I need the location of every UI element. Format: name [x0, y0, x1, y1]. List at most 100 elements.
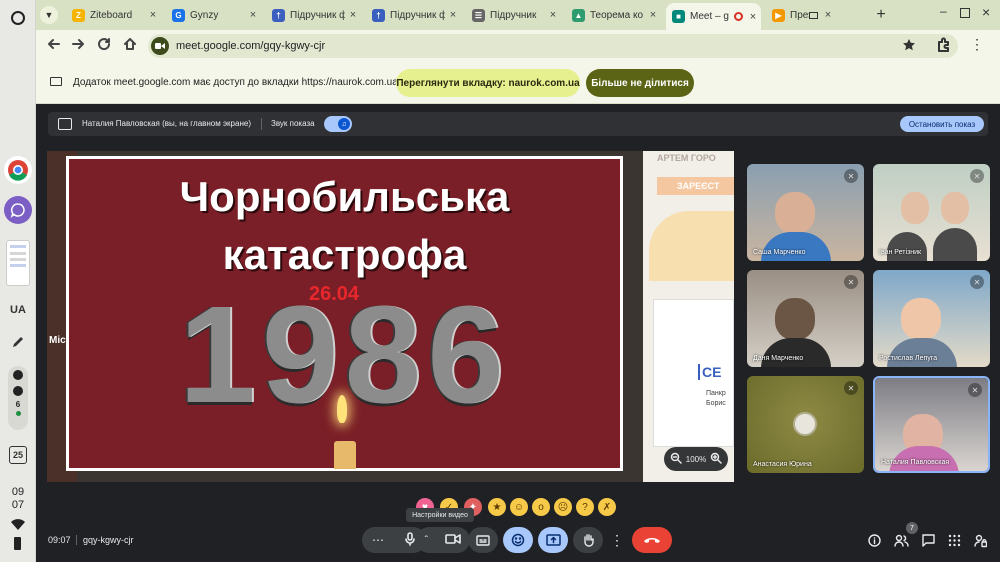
extensions-button[interactable] [936, 37, 952, 58]
close-tab-button[interactable]: × [820, 9, 836, 21]
stop-presenting-button[interactable]: Остановить показ [900, 116, 984, 132]
bg-decoration [649, 211, 734, 281]
chrome-app-icon[interactable] [4, 156, 32, 184]
screen-share-icon [50, 77, 62, 86]
presentation-slide: Чорнобильська катастрофа 26.04 1986 [66, 156, 623, 471]
tab-search-button[interactable]: ▼ [40, 6, 58, 24]
tab-5[interactable]: ☰ Підручник × [466, 3, 561, 27]
close-tab-button[interactable]: × [345, 9, 361, 21]
tab-strip: ▼ Z Ziteboard × G Gynzy × † Підручник ф × † Підруч… [36, 0, 1000, 30]
meeting-code: gqy-kgwy-cjr [76, 535, 134, 545]
thinking-reaction-button[interactable]: ? [576, 498, 594, 516]
camera-button[interactable] [445, 533, 462, 548]
leave-call-button[interactable] [632, 527, 672, 553]
host-controls-button[interactable] [974, 534, 988, 553]
participant-face [901, 298, 941, 340]
kebab-menu-icon: ⋮ [970, 36, 984, 52]
audio-options-button[interactable]: ⋯ [372, 533, 384, 547]
clap-reaction-button[interactable]: ★ [488, 498, 506, 516]
tab-8[interactable]: ▶ Презент × [766, 3, 836, 27]
zoom-in-button[interactable] [710, 452, 722, 466]
favicon-icon: ▶ [772, 8, 785, 22]
site-info-icon[interactable] [151, 37, 169, 55]
tab-2[interactable]: G Gynzy × [166, 3, 261, 27]
people-button[interactable]: 7 [894, 522, 918, 552]
laugh-reaction-button[interactable]: ☺ [510, 498, 528, 516]
reload-button[interactable] [96, 36, 112, 57]
new-tab-button[interactable]: + [872, 6, 890, 24]
video-options-button[interactable]: ˆ [425, 535, 428, 546]
apps-grid-icon [948, 534, 961, 547]
surprised-reaction-button[interactable]: o [532, 498, 550, 516]
captions-icon [476, 534, 490, 546]
back-button[interactable] [46, 36, 62, 57]
meeting-details-button[interactable] [868, 534, 881, 552]
os-shelf: UA 6 25 09 07 [0, 0, 36, 562]
participant-face [775, 192, 815, 234]
tab-7[interactable]: ■ Meet – g × [666, 3, 761, 30]
participant-tile[interactable]: ✕ Наталия Павловская [873, 376, 990, 473]
close-window-button[interactable]: × [982, 4, 990, 20]
tab-4[interactable]: † Підручник ф × [366, 3, 461, 27]
maximize-button[interactable] [960, 8, 970, 18]
participant-tile[interactable]: ✕ Іван Ретізник [873, 164, 990, 261]
minimize-button[interactable]: – [940, 4, 947, 18]
launcher-button[interactable] [4, 4, 32, 32]
hang-up-icon [644, 538, 660, 543]
close-tab-button[interactable]: × [145, 9, 161, 21]
tab-title: Підручник ф [290, 9, 345, 21]
more-options-button[interactable]: ⋮ [608, 527, 626, 553]
chat-button[interactable] [922, 534, 935, 552]
tab-1[interactable]: Z Ziteboard × [66, 3, 161, 27]
close-tab-button[interactable]: × [245, 9, 261, 21]
home-button[interactable] [122, 36, 138, 57]
share-sound-toggle[interactable]: ♫ [324, 116, 352, 132]
window-thumbnail[interactable] [6, 240, 30, 286]
sad-reaction-button[interactable]: ☹ [554, 498, 572, 516]
reactions-button[interactable] [503, 527, 533, 553]
candle-icon [334, 441, 356, 469]
captions-button[interactable] [468, 527, 498, 553]
participant-name: Наталия Павловская [881, 459, 950, 466]
participant-tile[interactable]: ✕ Даня Марченко [747, 270, 864, 367]
arrow-left-icon [48, 39, 60, 49]
tab-6[interactable]: ▲ Теорема ко × [566, 3, 661, 27]
close-tab-button[interactable]: × [645, 9, 661, 21]
keyboard-language[interactable]: UA [4, 296, 32, 324]
participant-face [941, 192, 969, 224]
zoom-out-button[interactable] [670, 452, 682, 466]
close-tab-button[interactable]: × [745, 11, 761, 23]
tab-title: Теорема ко [590, 9, 644, 21]
forward-button[interactable] [70, 36, 86, 57]
view-tab-button[interactable]: Переглянути вкладку: naurok.com.ua [396, 69, 580, 97]
address-bar[interactable]: meet.google.com/gqy-kgwy-cjr [148, 34, 958, 58]
close-tab-button[interactable]: × [445, 9, 461, 21]
slide-title-line1: Чорнобильська [179, 173, 510, 220]
lock-person-icon [974, 534, 988, 548]
screen-cast-icon [809, 11, 818, 19]
media-tray[interactable]: 6 [8, 366, 28, 430]
close-tab-button[interactable]: × [545, 9, 561, 21]
zoom-level: 100% [685, 454, 707, 464]
tab-3[interactable]: † Підручник ф × [266, 3, 361, 27]
bookmark-star-button[interactable] [902, 38, 916, 57]
participant-tile[interactable]: ✕ Ростислав Лепуга [873, 270, 990, 367]
raise-hand-button[interactable] [573, 527, 603, 553]
participant-tile[interactable]: ✕ Анастасия Юрина [747, 376, 864, 473]
viber-app-icon[interactable] [4, 196, 32, 224]
stop-sharing-button[interactable]: Більше не ділитися [586, 69, 694, 97]
browser-menu-button[interactable]: ⋮ [970, 37, 984, 51]
activities-button[interactable] [948, 534, 961, 552]
stylus-icon[interactable] [4, 328, 32, 356]
tab-title: Підручник [490, 9, 537, 21]
record-icon [13, 370, 23, 380]
present-button[interactable] [538, 527, 568, 553]
microphone-button[interactable] [404, 531, 416, 549]
calendar-icon[interactable]: 25 [9, 446, 27, 464]
clock[interactable]: 09 07 [0, 486, 36, 512]
favicon-icon: ■ [672, 10, 685, 23]
thumbs-down-reaction-button[interactable]: ✗ [598, 498, 616, 516]
participant-tile[interactable]: ✕ Саша Марченко [747, 164, 864, 261]
meet-call-area: Наталия Павловская (вы, на главном экран… [36, 104, 1000, 562]
sharing-infobar: Додаток meet.google.com має доступ до вк… [36, 62, 1000, 104]
